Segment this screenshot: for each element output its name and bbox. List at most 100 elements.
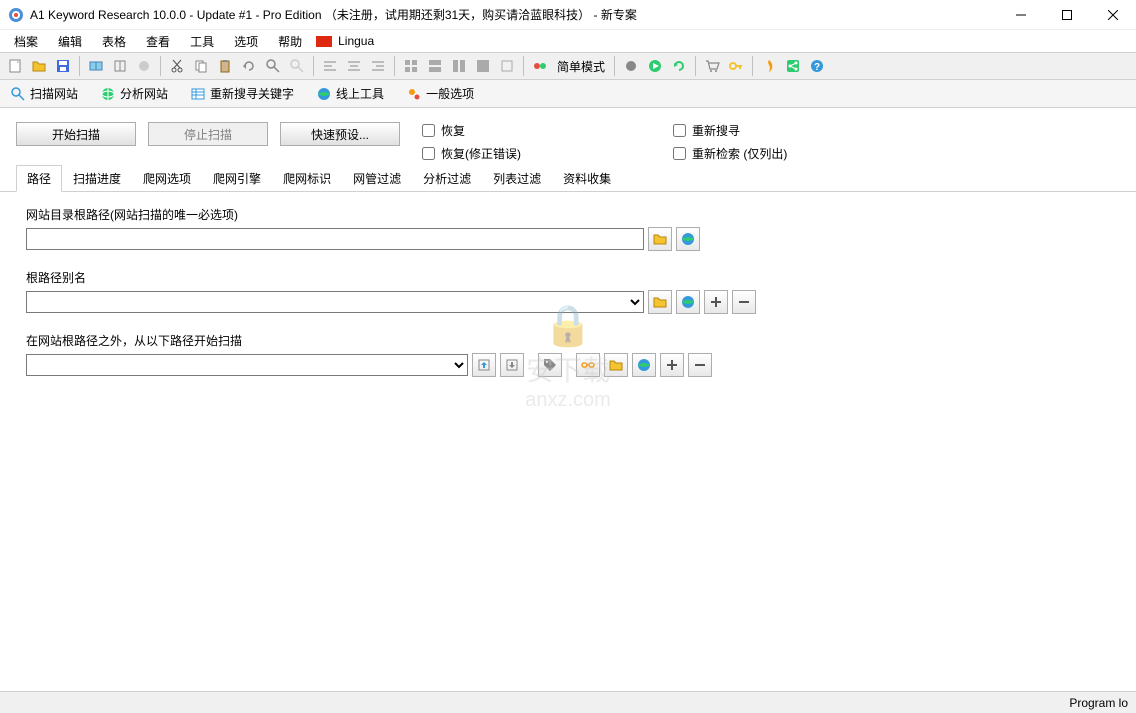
checkbox-input[interactable]	[422, 147, 435, 160]
menu-edit[interactable]: 编辑	[48, 30, 92, 53]
tab-research-keywords[interactable]: 重新搜寻关键字	[184, 81, 300, 106]
go-icon[interactable]	[644, 55, 666, 77]
root-path-input[interactable]	[26, 228, 644, 250]
menu-table[interactable]: 表格	[92, 30, 136, 53]
subtab-data-collect[interactable]: 资料收集	[552, 165, 622, 191]
checkbox-input[interactable]	[422, 124, 435, 137]
main-tabstrip: 扫描网站 分析网站 重新搜寻关键字 线上工具 一般选项	[0, 80, 1136, 108]
browse-web-button[interactable]	[676, 227, 700, 251]
subtab-crawl-engine[interactable]: 爬网引擎	[202, 165, 272, 191]
quick-preset-button[interactable]: 快速预设...	[280, 122, 400, 146]
extra-remove-button[interactable]	[688, 353, 712, 377]
align-icon-3[interactable]	[367, 55, 389, 77]
checkbox-research[interactable]: 重新搜寻	[673, 122, 787, 139]
window-title: A1 Keyword Research 10.0.0 - Update #1 -…	[30, 6, 637, 23]
checkbox-input[interactable]	[673, 124, 686, 137]
share-icon[interactable]	[782, 55, 804, 77]
subtab-scan-progress[interactable]: 扫描进度	[62, 165, 132, 191]
extra-folder-button[interactable]	[604, 353, 628, 377]
search-icon[interactable]	[262, 55, 284, 77]
tool-icon-1[interactable]	[85, 55, 107, 77]
save-icon[interactable]	[52, 55, 74, 77]
paste-icon[interactable]	[214, 55, 236, 77]
subtab-webmaster-filter[interactable]: 网管过滤	[342, 165, 412, 191]
fire-icon[interactable]	[758, 55, 780, 77]
tab-label: 分析网站	[120, 85, 168, 102]
tab-general-options[interactable]: 一般选项	[400, 81, 480, 106]
alias-label: 根路径别名	[26, 269, 1110, 286]
alias-web-button[interactable]	[676, 290, 700, 314]
extra-add-button[interactable]	[660, 353, 684, 377]
form-area: 网站目录根路径(网站扫描的唯一必选项) 根路径别名 在网站根路径之外，从以下路径…	[0, 192, 1136, 409]
tool-icon-3[interactable]	[133, 55, 155, 77]
subtab-analysis-filter[interactable]: 分析过滤	[412, 165, 482, 191]
tab-label: 线上工具	[336, 85, 384, 102]
record-icon[interactable]	[620, 55, 642, 77]
new-icon[interactable]	[4, 55, 26, 77]
open-icon[interactable]	[28, 55, 50, 77]
subtab-crawl-id[interactable]: 爬网标识	[272, 165, 342, 191]
sub-tabstrip: 路径 扫描进度 爬网选项 爬网引擎 爬网标识 网管过滤 分析过滤 列表过滤 资料…	[0, 168, 1136, 192]
statusbar: Program lo	[0, 691, 1136, 713]
close-button[interactable]	[1090, 0, 1136, 30]
extra-link-button[interactable]	[576, 353, 600, 377]
tab-label: 扫描网站	[30, 85, 78, 102]
menu-help[interactable]: 帮助	[268, 30, 312, 53]
align-icon-2[interactable]	[343, 55, 365, 77]
tool-icon-2[interactable]	[109, 55, 131, 77]
extra-import-button[interactable]	[472, 353, 496, 377]
checkbox-input[interactable]	[673, 147, 686, 160]
mode-icon[interactable]	[529, 55, 551, 77]
cart-icon[interactable]	[701, 55, 723, 77]
subtab-path[interactable]: 路径	[16, 165, 62, 192]
tab-label: 重新搜寻关键字	[210, 85, 294, 102]
grid-icon-3[interactable]	[448, 55, 470, 77]
extra-paths-label: 在网站根路径之外，从以下路径开始扫描	[26, 332, 1110, 349]
tab-analyze-site[interactable]: 分析网站	[94, 81, 174, 106]
alias-remove-button[interactable]	[732, 290, 756, 314]
menu-lingua[interactable]: Lingua	[336, 31, 384, 51]
search-next-icon[interactable]	[286, 55, 308, 77]
alias-add-button[interactable]	[704, 290, 728, 314]
align-icon-1[interactable]	[319, 55, 341, 77]
extra-paths-select[interactable]	[26, 354, 468, 376]
tab-online-tools[interactable]: 线上工具	[310, 81, 390, 106]
undo-icon[interactable]	[238, 55, 260, 77]
subtab-crawl-options[interactable]: 爬网选项	[132, 165, 202, 191]
key-icon[interactable]	[725, 55, 747, 77]
app-icon	[8, 7, 24, 23]
titlebar: A1 Keyword Research 10.0.0 - Update #1 -…	[0, 0, 1136, 30]
start-scan-button[interactable]: 开始扫描	[16, 122, 136, 146]
subtab-list-filter[interactable]: 列表过滤	[482, 165, 552, 191]
checkbox-recheck[interactable]: 重新检索 (仅列出)	[673, 145, 787, 162]
grid-icon-1[interactable]	[400, 55, 422, 77]
menu-view[interactable]: 查看	[136, 30, 180, 53]
alias-select[interactable]	[26, 291, 644, 313]
extra-web-button[interactable]	[632, 353, 656, 377]
minimize-button[interactable]	[998, 0, 1044, 30]
browse-folder-button[interactable]	[648, 227, 672, 251]
grid-icon-5[interactable]	[496, 55, 518, 77]
checkbox-resume[interactable]: 恢复	[422, 122, 521, 139]
extra-tag-button[interactable]	[538, 353, 562, 377]
help-icon[interactable]: ?	[806, 55, 828, 77]
copy-icon[interactable]	[190, 55, 212, 77]
grid-icon-2[interactable]	[424, 55, 446, 77]
alias-folder-button[interactable]	[648, 290, 672, 314]
menu-tools[interactable]: 工具	[180, 30, 224, 53]
grid-icon-4[interactable]	[472, 55, 494, 77]
checkbox-resume-fix[interactable]: 恢复(修正错误)	[422, 145, 521, 162]
globe-analyze-icon	[100, 86, 116, 102]
gears-icon	[406, 86, 422, 102]
tab-scan-site[interactable]: 扫描网站	[4, 81, 84, 106]
cut-icon[interactable]	[166, 55, 188, 77]
maximize-button[interactable]	[1044, 0, 1090, 30]
table-icon	[190, 86, 206, 102]
refresh-icon[interactable]	[668, 55, 690, 77]
menu-options[interactable]: 选项	[224, 30, 268, 53]
extra-export-button[interactable]	[500, 353, 524, 377]
alias-group: 根路径别名	[26, 269, 1110, 314]
menu-file[interactable]: 档案	[4, 30, 48, 53]
stop-scan-button[interactable]: 停止扫描	[148, 122, 268, 146]
root-path-label: 网站目录根路径(网站扫描的唯一必选项)	[26, 206, 1110, 223]
